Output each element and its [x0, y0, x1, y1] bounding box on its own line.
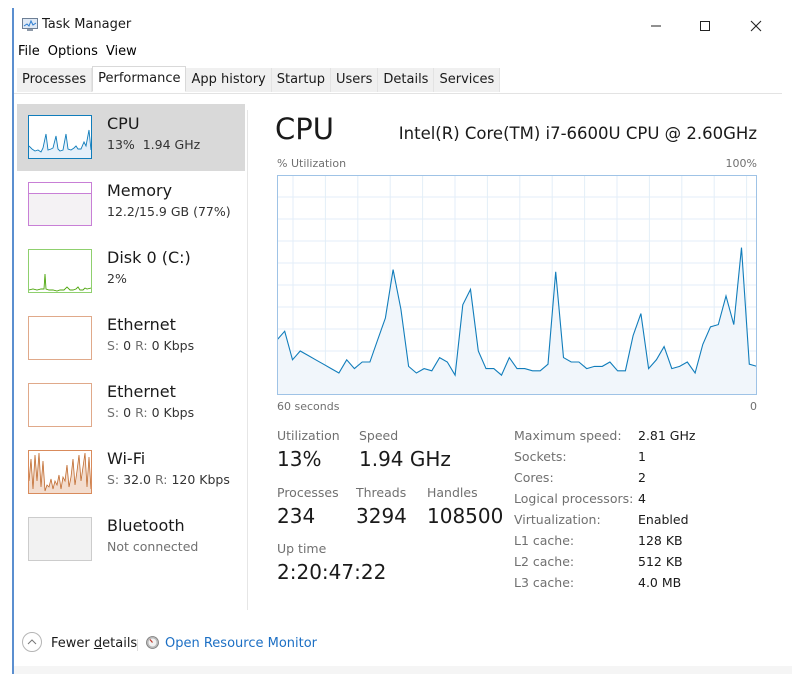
tab-app-history[interactable]: App history [186, 68, 272, 92]
handles-label: Handles [427, 485, 478, 500]
sidebar-bluetooth-sub: Not connected [107, 539, 199, 554]
utilization-label: Utilization [277, 428, 340, 443]
sidebar-item-cpu[interactable]: CPU 13% 1.94 GHz [17, 104, 245, 171]
virtualization-value: Enabled [638, 512, 689, 527]
sidebar-item-memory[interactable]: Memory 12.2/15.9 GB (77%) [17, 171, 245, 238]
tab-services[interactable]: Services [434, 68, 501, 92]
tab-startup[interactable]: Startup [271, 68, 331, 92]
sidebar-item-ethernet-1[interactable]: Ethernet S: 0 R: 0 Kbps [17, 305, 245, 372]
sidebar-disk-name: Disk 0 (C:) [107, 248, 191, 267]
window-title: Task Manager [42, 17, 132, 32]
sockets-label: Sockets: [514, 449, 567, 464]
wifi-thumbnail-graph [28, 450, 92, 494]
l1-cache-label: L1 cache: [514, 533, 575, 548]
graph-x-right-label: 0 [750, 400, 757, 413]
sidebar-memory-name: Memory [107, 181, 173, 200]
menu-view[interactable]: View [105, 44, 138, 64]
cores-value: 2 [638, 470, 646, 485]
sidebar-disk-sub: 2% [107, 271, 127, 286]
l2-cache-value: 512 KB [638, 554, 683, 569]
sidebar-cpu-sub: 13% 1.94 GHz [107, 137, 201, 152]
processes-label: Processes [277, 485, 339, 500]
sidebar-item-disk[interactable]: Disk 0 (C:) 2% [17, 238, 245, 305]
l1-cache-value: 128 KB [638, 533, 683, 548]
menu-options[interactable]: Options [47, 44, 99, 64]
graph-y-max-label: 100% [725, 157, 757, 170]
sidebar-wifi-name: Wi-Fi [107, 449, 146, 468]
tab-users[interactable]: Users [330, 68, 379, 92]
sidebar-item-wifi[interactable]: Wi-Fi S: 32.0 R: 120 Kbps [17, 439, 245, 506]
sidebar-bluetooth-name: Bluetooth [107, 516, 185, 535]
cores-label: Cores: [514, 470, 554, 485]
fewer-details-toggle[interactable] [22, 632, 42, 652]
uptime-label: Up time [277, 541, 327, 556]
sidebar-ethernet-1-sub: S: 0 R: 0 Kbps [107, 338, 195, 353]
minimize-icon [651, 25, 661, 27]
sidebar-ethernet-2-sub: S: 0 R: 0 Kbps [107, 405, 195, 420]
speed-label: Speed [359, 428, 399, 443]
title-bar: Task Manager [14, 0, 792, 44]
window-bottom-edge [14, 666, 792, 674]
logical-processors-label: Logical processors: [514, 491, 634, 506]
l3-cache-label: L3 cache: [514, 575, 575, 590]
resource-sidebar: CPU 13% 1.94 GHz Memory 12.2/15.9 GB (77… [17, 104, 245, 573]
sidebar-wifi-sub: S: 32.0 R: 120 Kbps [107, 472, 230, 487]
menu-file[interactable]: File [17, 44, 41, 64]
ethernet-2-thumbnail-graph [28, 383, 92, 427]
sidebar-item-bluetooth[interactable]: Bluetooth Not connected [17, 506, 245, 573]
sidebar-divider[interactable] [247, 110, 248, 610]
processes-value: 234 [277, 504, 316, 528]
logical-processors-value: 4 [638, 491, 646, 506]
close-button[interactable] [736, 12, 776, 40]
open-resource-monitor-link[interactable]: Open Resource Monitor [165, 636, 317, 651]
resource-monitor-icon [146, 636, 159, 649]
graph-x-left-label: 60 seconds [277, 400, 340, 413]
sidebar-memory-sub: 12.2/15.9 GB (77%) [107, 204, 231, 219]
l2-cache-label: L2 cache: [514, 554, 575, 569]
threads-value: 3294 [356, 504, 407, 528]
minimize-button[interactable] [636, 12, 676, 40]
cpu-model-name: Intel(R) Core(TM) i7-6600U CPU @ 2.60GHz [398, 124, 757, 143]
cpu-thumbnail-graph [28, 115, 92, 159]
tab-processes[interactable]: Processes [17, 68, 93, 92]
graph-y-label: % Utilization [277, 157, 347, 170]
menu-bar: File Options View [17, 44, 138, 64]
handles-value: 108500 [427, 504, 504, 528]
window-left-border [12, 8, 14, 674]
tab-details[interactable]: Details [378, 68, 435, 92]
disk-thumbnail-graph [28, 249, 92, 293]
footer-separator [137, 639, 138, 651]
sidebar-ethernet-1-name: Ethernet [107, 315, 176, 334]
maximize-button[interactable] [685, 12, 725, 40]
max-speed-value: 2.81 GHz [638, 428, 696, 443]
close-icon [750, 20, 762, 32]
sidebar-item-ethernet-2[interactable]: Ethernet S: 0 R: 0 Kbps [17, 372, 245, 439]
threads-label: Threads [356, 485, 407, 500]
virtualization-label: Virtualization: [514, 512, 601, 527]
cpu-utilization-graph [277, 175, 757, 395]
sidebar-ethernet-2-name: Ethernet [107, 382, 176, 401]
task-manager-app-icon [22, 18, 38, 31]
maximize-icon [700, 21, 710, 31]
speed-value: 1.94 GHz [359, 447, 451, 471]
tab-performance[interactable]: Performance [92, 66, 187, 92]
ethernet-1-thumbnail-graph [28, 316, 92, 360]
max-speed-label: Maximum speed: [514, 428, 622, 443]
cpu-heading: CPU [275, 112, 334, 146]
sockets-value: 1 [638, 449, 646, 464]
memory-thumbnail-graph [28, 182, 92, 226]
fewer-details-button[interactable]: Fewer details [51, 636, 137, 651]
utilization-value: 13% [277, 447, 322, 471]
sidebar-cpu-name: CPU [107, 114, 140, 133]
uptime-value: 2:20:47:22 [277, 560, 387, 584]
chevron-up-icon [27, 639, 37, 645]
tab-strip: Processes Performance App history Startu… [14, 66, 782, 94]
l3-cache-value: 4.0 MB [638, 575, 682, 590]
bluetooth-thumbnail-graph [28, 517, 92, 561]
